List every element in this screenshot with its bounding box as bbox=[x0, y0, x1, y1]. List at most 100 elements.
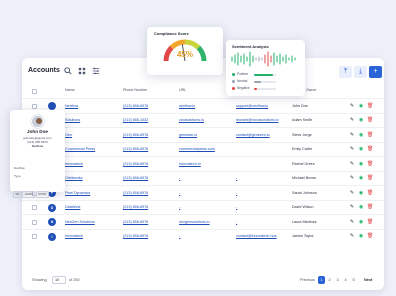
view-icon[interactable]: ◉ bbox=[358, 146, 364, 152]
url-link[interactable]: nexgensolutions.io bbox=[179, 220, 210, 224]
phone-link[interactable]: (213) 658-8976 bbox=[123, 176, 148, 180]
column-header[interactable]: Phone Number bbox=[123, 88, 147, 92]
next-button[interactable]: Next bbox=[364, 278, 372, 282]
company-name-link[interactable]: Pixel Dynamics bbox=[65, 191, 90, 195]
url-link[interactable]: - bbox=[179, 205, 180, 209]
column-header[interactable]: URL bbox=[179, 88, 186, 92]
upload-button[interactable]: ⤒ bbox=[339, 66, 352, 78]
delete-icon[interactable]: 🗑 bbox=[367, 146, 373, 152]
select-all-checkbox[interactable] bbox=[32, 89, 37, 94]
email-link[interactable]: support@nexflow.io bbox=[236, 104, 268, 108]
tag-sic[interactable]: SIC bbox=[13, 191, 22, 198]
tag-notes[interactable]: NOTES bbox=[35, 191, 49, 198]
edit-icon[interactable]: ✎ bbox=[349, 175, 355, 181]
page-button-1[interactable]: 1 bbox=[318, 276, 325, 284]
delete-icon[interactable]: 🗑 bbox=[367, 190, 373, 196]
edit-icon[interactable]: ✎ bbox=[349, 161, 355, 167]
delete-icon[interactable]: 🗑 bbox=[367, 175, 373, 181]
url-link[interactable]: - bbox=[179, 234, 180, 238]
edit-icon[interactable]: ✎ bbox=[349, 117, 355, 123]
url-link[interactable]: gensean.io bbox=[179, 133, 197, 137]
table-row[interactable]: Commercial Press (213) 658-8976 commercial… bbox=[22, 141, 384, 156]
row-checkbox[interactable] bbox=[32, 234, 37, 239]
table-row[interactable]: D DataNest (213) 658-8976 - - David Wilson ✎ ◉ 🗑 bbox=[22, 199, 384, 214]
page-button-5[interactable]: 5 bbox=[350, 276, 357, 284]
email-link[interactable]: - bbox=[236, 191, 237, 195]
url-link[interactable]: clovsolutions.io bbox=[179, 118, 204, 122]
phone-link[interactable]: (213) 658-8976 bbox=[123, 191, 148, 195]
phone-link[interactable]: (213) 658-8976 bbox=[123, 234, 148, 238]
page-button-4[interactable]: 4 bbox=[342, 276, 349, 284]
company-name-link[interactable]: Nexflow bbox=[65, 104, 78, 108]
view-icon[interactable]: ◉ bbox=[358, 204, 364, 210]
phone-link[interactable]: (213) 658-8976 bbox=[123, 205, 148, 209]
company-name-link[interactable]: Gen bbox=[65, 133, 72, 137]
email-link[interactable]: contact@innovatech.hub bbox=[236, 234, 277, 238]
delete-icon[interactable]: 🗑 bbox=[367, 219, 373, 225]
table-row[interactable]: N NexGen Solutions (213) 658-8976 nexgensol… bbox=[22, 214, 384, 228]
company-name-link[interactable]: Solutions bbox=[65, 118, 80, 122]
edit-icon[interactable]: ✎ bbox=[349, 190, 355, 196]
view-icon[interactable]: ◉ bbox=[358, 219, 364, 225]
phone-link[interactable]: (213) 658-1032 bbox=[123, 118, 148, 122]
filter-icon[interactable] bbox=[91, 67, 101, 77]
delete-icon[interactable]: 🗑 bbox=[367, 233, 373, 239]
url-link[interactable]: - bbox=[179, 191, 180, 195]
row-checkbox[interactable] bbox=[32, 205, 37, 210]
page-size-select[interactable]: 10 bbox=[52, 276, 66, 284]
table-row[interactable]: P Pixel Dynamics (213) 658-8976- - Sarah Joh… bbox=[22, 185, 384, 199]
grid-icon[interactable] bbox=[77, 67, 87, 77]
phone-link[interactable]: (213) 658-8976 bbox=[123, 162, 148, 166]
delete-icon[interactable]: 🗑 bbox=[367, 103, 373, 109]
company-name-link[interactable]: Innovatech bbox=[65, 162, 83, 166]
search-icon[interactable] bbox=[63, 67, 73, 77]
table-row[interactable]: Innovatech (213) 658-8976 innovatech.io Rac… bbox=[22, 156, 384, 170]
phone-link[interactable]: (213) 658-8976 bbox=[123, 104, 148, 108]
page-button-3[interactable]: 3 bbox=[334, 276, 341, 284]
email-link[interactable]: contact@genseen.io bbox=[236, 133, 270, 137]
row-checkbox[interactable] bbox=[32, 219, 37, 225]
delete-icon[interactable]: 🗑 bbox=[367, 161, 373, 167]
add-account-button[interactable]: + bbox=[369, 66, 382, 78]
delete-icon[interactable]: 🗑 bbox=[367, 204, 373, 210]
tag-leads[interactable]: LEADS bbox=[22, 191, 35, 198]
edit-icon[interactable]: ✎ bbox=[349, 219, 355, 225]
table-row[interactable]: OOrbitworks(213) 658-8976--Michael Brown… bbox=[22, 170, 384, 185]
view-icon[interactable]: ◉ bbox=[358, 190, 364, 196]
email-link[interactable]: - bbox=[236, 176, 237, 180]
company-name-link[interactable]: NexGen Solutions bbox=[65, 220, 95, 224]
table-row[interactable]: Solutions (213) 658-1032 clovsolutions.io l… bbox=[22, 112, 384, 127]
url-link[interactable]: commercialpress.com bbox=[179, 147, 215, 151]
email-link[interactable]: leonard@novasolutions.io bbox=[236, 118, 279, 122]
url-link[interactable]: innovatech.io bbox=[179, 162, 201, 166]
download-button[interactable]: ⤓ bbox=[354, 66, 367, 78]
view-icon[interactable]: ◉ bbox=[358, 132, 364, 138]
table-row[interactable]: I Innovatech (213) 658-8976 - contact@innova… bbox=[22, 228, 384, 243]
view-icon[interactable]: ◉ bbox=[358, 103, 364, 109]
email-link[interactable]: - bbox=[236, 220, 237, 224]
row-checkbox[interactable] bbox=[32, 103, 37, 109]
delete-icon[interactable]: 🗑 bbox=[367, 117, 373, 123]
edit-icon[interactable]: ✎ bbox=[349, 132, 355, 138]
view-icon[interactable]: ◉ bbox=[358, 161, 364, 167]
company-name-link[interactable]: Orbitworks bbox=[65, 176, 83, 180]
edit-icon[interactable]: ✎ bbox=[349, 204, 355, 210]
edit-icon[interactable]: ✎ bbox=[349, 233, 355, 239]
url-link[interactable]: nexflow.io bbox=[179, 104, 195, 108]
edit-icon[interactable]: ✎ bbox=[349, 146, 355, 152]
column-header[interactable]: Name bbox=[65, 88, 75, 92]
view-icon[interactable]: ◉ bbox=[358, 233, 364, 239]
view-icon[interactable]: ◉ bbox=[358, 117, 364, 123]
phone-link[interactable]: (213) 658-8976 bbox=[123, 147, 148, 151]
previous-button[interactable]: Previous bbox=[300, 278, 315, 282]
edit-icon[interactable]: ✎ bbox=[349, 103, 355, 109]
table-row[interactable]: Gen (213) 658-8976 gensean.io contact@gense… bbox=[22, 127, 384, 141]
delete-icon[interactable]: 🗑 bbox=[367, 132, 373, 138]
phone-link[interactable]: (213) 658-8976 bbox=[123, 133, 148, 137]
page-button-2[interactable]: 2 bbox=[326, 276, 333, 284]
company-name-link[interactable]: Innovatech bbox=[65, 234, 83, 238]
table-row[interactable]: Nexflow (213) 658-8976 nexflow.io support@n… bbox=[22, 98, 384, 112]
url-link[interactable]: - bbox=[179, 176, 180, 180]
email-link[interactable]: - bbox=[236, 205, 237, 209]
company-name-link[interactable]: DataNest bbox=[65, 205, 80, 209]
